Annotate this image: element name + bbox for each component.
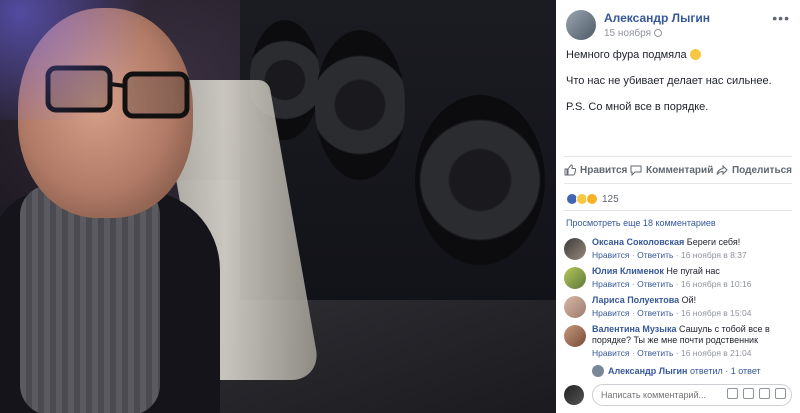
post-line-1: Немного фура подмяла <box>566 49 687 61</box>
post-panel: Александр Лыгин 15 ноября ••• Немного фу… <box>556 0 800 413</box>
comment-reply-link[interactable]: Ответить <box>637 308 673 318</box>
comment-text: Не пугай нас <box>666 266 720 276</box>
comment-time[interactable]: 16 ноября в 10:16 <box>681 279 751 289</box>
reply-author-avatar <box>592 365 604 377</box>
gif-icon[interactable] <box>759 388 770 399</box>
comment-time[interactable]: 16 ноября в 15:04 <box>681 308 751 318</box>
post-text: Немного фура подмяла Что нас не убивает … <box>566 48 790 126</box>
like-label: Нравится <box>580 164 628 176</box>
comment-reply-link[interactable]: Ответить <box>637 348 673 358</box>
comment-text: Береги себя! <box>686 237 741 247</box>
comment-time[interactable]: 16 ноября в 8:37 <box>681 250 747 260</box>
reply-verb: ответил <box>690 366 723 376</box>
divider <box>564 210 792 211</box>
post-actions: Нравится Комментарий Поделиться <box>564 156 792 184</box>
reaction-summary[interactable]: 125 <box>566 192 619 206</box>
author-avatar[interactable] <box>566 10 596 40</box>
reply-count[interactable]: 1 ответ <box>731 366 761 376</box>
share-label: Поделиться <box>731 164 792 176</box>
comment-item: Валентина Музыка Сашуль с тобой все в по… <box>564 323 794 365</box>
comment-like-link[interactable]: Нравится <box>592 308 630 318</box>
comment-icon <box>630 165 642 176</box>
sad-icon <box>586 193 598 205</box>
comment-time[interactable]: 16 ноября в 21:04 <box>681 348 751 358</box>
commenter-avatar[interactable] <box>564 238 586 260</box>
like-button[interactable]: Нравится <box>564 164 627 176</box>
globe-icon <box>654 29 662 37</box>
post-date[interactable]: 15 ноября <box>604 28 662 39</box>
scarf <box>20 185 160 413</box>
composer-tools <box>727 388 786 399</box>
view-replies-link[interactable]: Александр Лыгин ответил · 1 ответ <box>592 365 761 377</box>
post-date-text[interactable]: 15 ноября <box>604 28 651 39</box>
sticker-icon[interactable] <box>775 388 786 399</box>
comment-label: Комментарий <box>646 164 714 176</box>
smile-emoji-icon <box>689 49 701 60</box>
commenter-avatar[interactable] <box>564 267 586 289</box>
thumbs-up-icon <box>564 164 576 176</box>
comment-button[interactable]: Комментарий <box>630 164 713 176</box>
comment-author[interactable]: Лариса Полуектова <box>592 295 679 305</box>
post-header: Александр Лыгин 15 ноября ••• <box>566 8 790 40</box>
comment-author[interactable]: Валентина Музыка <box>592 324 676 334</box>
comment-composer <box>564 384 792 408</box>
comment-text: Ой! <box>681 295 697 305</box>
comment-like-link[interactable]: Нравится <box>592 279 630 289</box>
view-more-comments-link[interactable]: Просмотреть еще 18 комментариев <box>566 218 716 228</box>
emoji-icon[interactable] <box>727 388 738 399</box>
share-button[interactable]: Поделиться <box>716 164 792 176</box>
comment-reply-link[interactable]: Ответить <box>637 250 673 260</box>
share-arrow-icon <box>716 164 728 176</box>
commenter-avatar[interactable] <box>564 296 586 318</box>
post-photo[interactable] <box>0 0 556 413</box>
reply-author[interactable]: Александр Лыгин <box>608 366 687 376</box>
comment-item: Оксана Соколовская Береги себя! Нравится… <box>564 236 794 265</box>
commenter-avatar[interactable] <box>564 325 586 347</box>
comment-like-link[interactable]: Нравится <box>592 348 630 358</box>
current-user-avatar <box>564 385 584 405</box>
reaction-count[interactable]: 125 <box>602 194 619 205</box>
comment-author[interactable]: Оксана Соколовская <box>592 237 684 247</box>
flash-glare <box>0 0 200 120</box>
comment-author[interactable]: Юлия Клименок <box>592 266 664 276</box>
post-line-2: Что нас не убивает делает нас сильнее. <box>566 75 772 87</box>
comment-reply-link[interactable]: Ответить <box>637 279 673 289</box>
author-name[interactable]: Александр Лыгин <box>604 11 710 25</box>
comment-item: Лариса Полуектова Ой! Нравится · Ответит… <box>564 294 794 323</box>
comments-list: Оксана Соколовская Береги себя! Нравится… <box>564 236 794 365</box>
comment-item: Юлия Клименок Не пугай нас Нравится · От… <box>564 265 794 294</box>
camera-icon[interactable] <box>743 388 754 399</box>
more-options-icon[interactable]: ••• <box>772 10 790 26</box>
post-line-3: P.S. Со мной все в порядке. <box>566 101 709 113</box>
comment-like-link[interactable]: Нравится <box>592 250 630 260</box>
